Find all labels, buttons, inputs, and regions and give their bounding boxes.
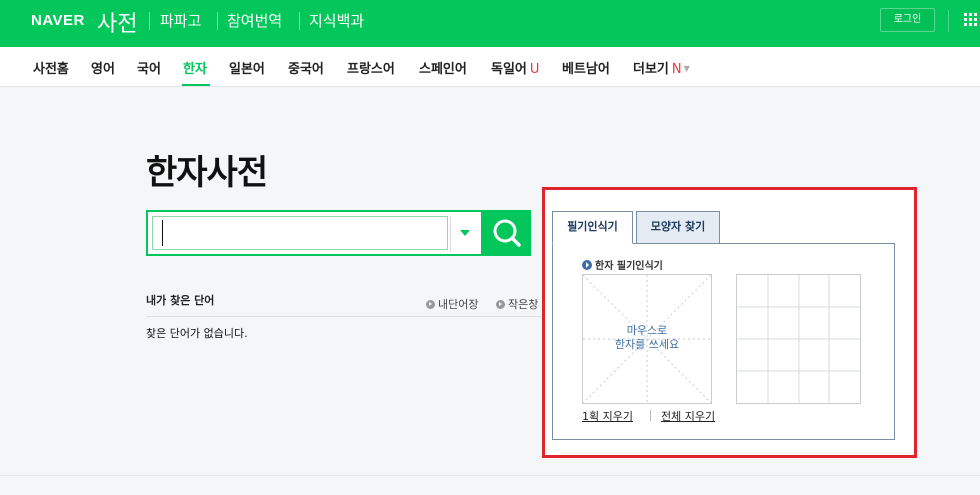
handwriting-label: 한자 필기인식기 xyxy=(582,257,663,272)
papago-link[interactable]: 파파고 xyxy=(160,10,201,31)
divider xyxy=(146,316,546,317)
nav-item-japanese[interactable]: 일본어 xyxy=(229,58,265,77)
dictionary-service-title[interactable]: 사전 xyxy=(97,6,137,38)
clear-one-stroke-button[interactable]: 1획 지우기 xyxy=(582,408,633,424)
arrow-bullet-icon xyxy=(582,260,592,270)
text-cursor xyxy=(162,220,163,246)
apps-grid-icon[interactable] xyxy=(964,13,978,27)
small-window-label: 작은창 xyxy=(508,298,539,311)
search-input[interactable] xyxy=(152,216,448,250)
my-wordbook-label: 내단어장 xyxy=(438,298,479,311)
handwriting-hint: 마우스로 한자를 쓰세요 xyxy=(582,324,712,352)
nav-item-home[interactable]: 사전홈 xyxy=(33,58,69,77)
divider xyxy=(450,216,451,252)
nav-item-english[interactable]: 영어 xyxy=(91,58,115,77)
nav-item-vietnamese[interactable]: 베트남어 xyxy=(562,58,610,77)
arrow-bullet-icon xyxy=(426,300,435,309)
nav-item-german-label: 독일어 xyxy=(491,62,527,77)
divider xyxy=(948,10,949,32)
nav-item-hanja[interactable]: 한자 xyxy=(183,58,207,77)
nav-item-korean[interactable]: 국어 xyxy=(137,58,161,77)
divider xyxy=(0,475,980,476)
search-icon xyxy=(493,219,521,247)
tab-handwriting[interactable]: 필기인식기 xyxy=(552,211,633,244)
dictionary-nav: 사전홈 영어 국어 한자 일본어 중국어 프랑스어 스페인어 독일어 U 베트남어… xyxy=(0,47,980,87)
handwriting-label-text: 한자 필기인식기 xyxy=(595,261,663,272)
naver-logo[interactable]: NAVER xyxy=(31,12,85,29)
top-bar: NAVER 사전 파파고 참여번역 지식백과 로그인 xyxy=(0,0,980,47)
nav-item-chinese[interactable]: 중국어 xyxy=(288,58,324,77)
arrow-bullet-icon xyxy=(496,300,505,309)
hint-line-1: 마우스로 xyxy=(626,324,668,337)
recent-words-title: 내가 찾은 단어 xyxy=(146,294,215,307)
update-badge: U xyxy=(529,62,540,77)
search-box xyxy=(146,210,483,256)
nav-item-more[interactable]: 더보기 N ▼ xyxy=(633,58,690,77)
chevron-down-icon: ▼ xyxy=(683,64,690,73)
divider xyxy=(149,12,150,30)
nav-item-german[interactable]: 독일어 U xyxy=(491,58,539,77)
divider xyxy=(217,12,218,30)
search-button[interactable] xyxy=(483,210,531,256)
nav-item-more-label: 더보기 xyxy=(633,62,669,77)
divider xyxy=(650,410,651,421)
nav-item-spanish[interactable]: 스페인어 xyxy=(419,58,467,77)
divider xyxy=(299,12,300,30)
active-tab-underline xyxy=(182,84,210,86)
tab-shape-search[interactable]: 모양자 찾기 xyxy=(636,211,720,244)
page-title: 한자사전 xyxy=(146,153,268,193)
recent-empty-message: 찾은 단어가 없습니다. xyxy=(146,327,248,340)
participation-translation-link[interactable]: 참여번역 xyxy=(227,10,282,31)
login-button[interactable]: 로그인 xyxy=(880,8,935,32)
candidate-grid[interactable] xyxy=(736,274,861,404)
my-wordbook-link[interactable]: 내단어장 xyxy=(426,296,478,312)
small-window-link[interactable]: 작은창 xyxy=(496,296,538,312)
nav-item-french[interactable]: 프랑스어 xyxy=(347,58,395,77)
hint-line-2: 한자를 쓰세요 xyxy=(614,338,680,351)
encyclopedia-link[interactable]: 지식백과 xyxy=(309,10,364,31)
dropdown-arrow-icon[interactable] xyxy=(460,230,470,236)
clear-all-button[interactable]: 전체 지우기 xyxy=(661,408,715,424)
candidate-grid-lines xyxy=(737,275,860,403)
new-badge: N xyxy=(671,62,682,77)
